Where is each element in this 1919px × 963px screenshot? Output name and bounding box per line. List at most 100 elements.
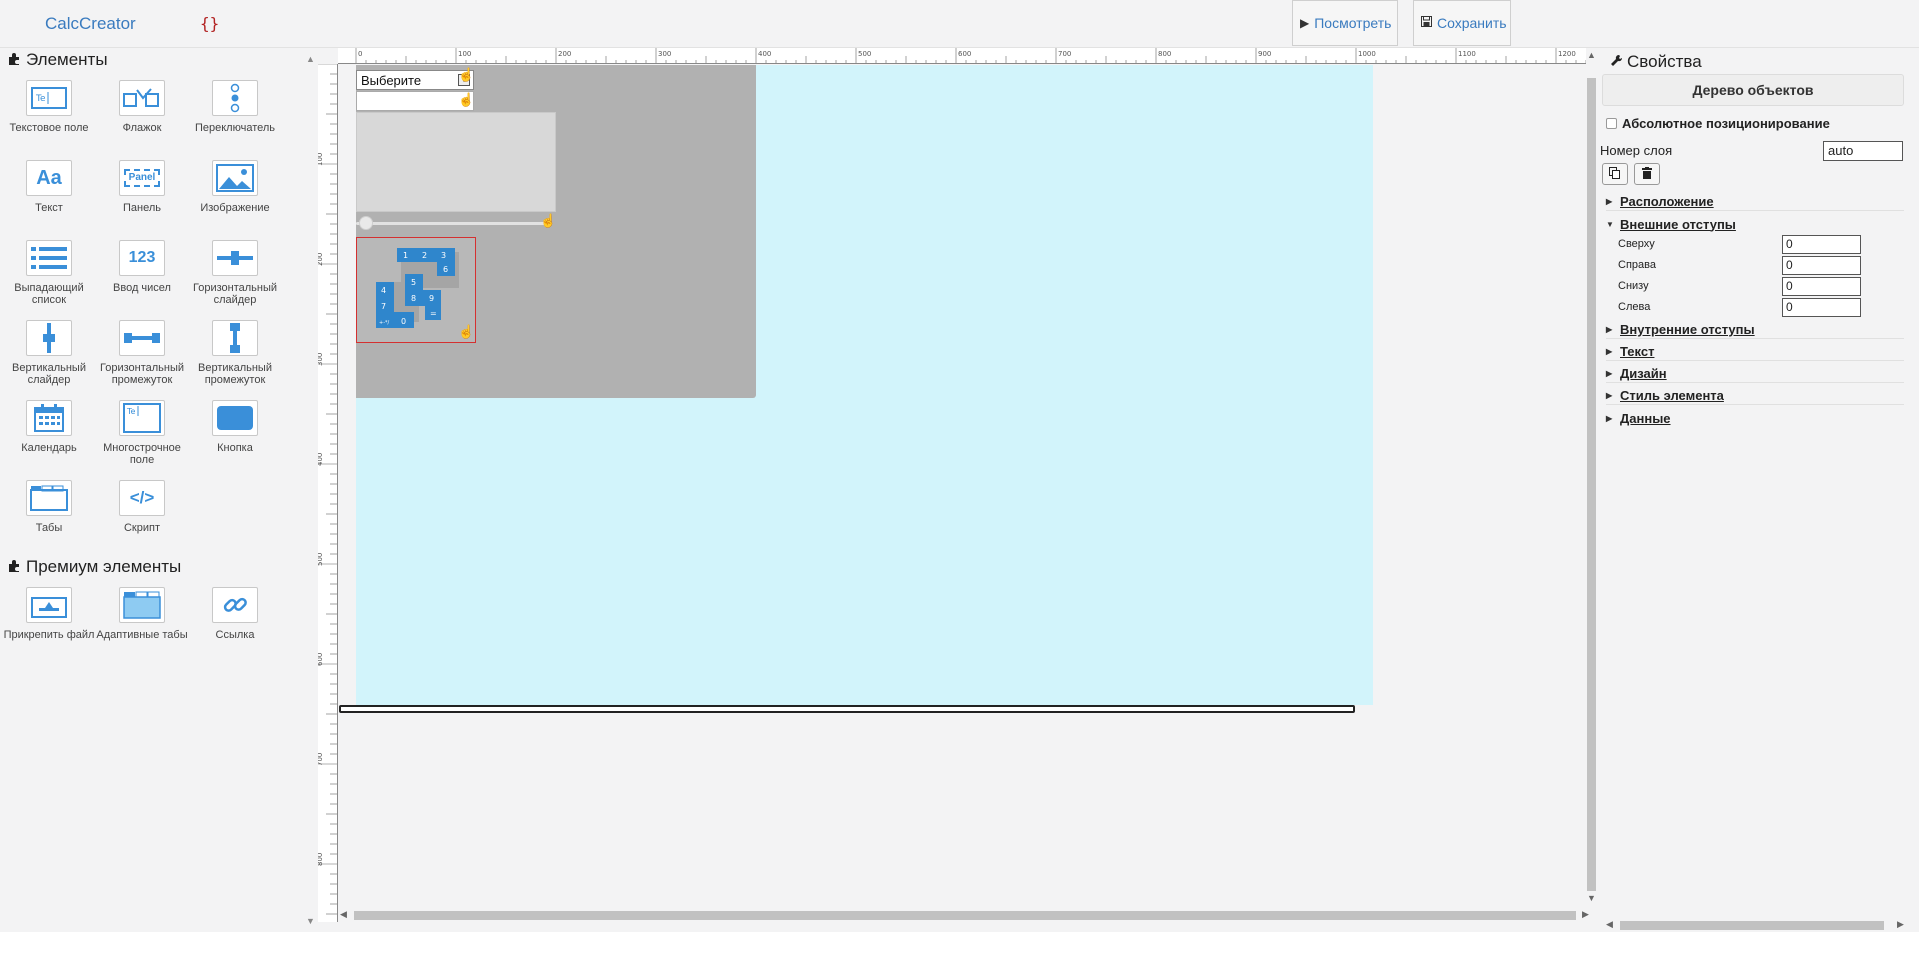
tool-text[interactable]: Aa Текст: [3, 160, 95, 214]
keypad-key: 4: [381, 286, 386, 295]
play-icon: ▶: [1300, 16, 1310, 30]
layer-number-input[interactable]: auto: [1823, 141, 1903, 161]
ruler-label: 200: [558, 50, 571, 58]
drag-hand-icon: ☝: [458, 67, 475, 82]
design-workspace[interactable]: Выберите ▼ ☝ ☝ ☝ 1 2 3 6 5 4 8 9 7 = 0 +…: [338, 65, 1586, 905]
layer-number-label: Номер слоя: [1600, 143, 1673, 158]
delete-element-button[interactable]: [1634, 163, 1660, 185]
horizontal-scroll-thumb[interactable]: [354, 911, 1576, 920]
button-icon: [212, 400, 258, 436]
tool-horizontal-slider[interactable]: Горизонтальный слайдер: [189, 240, 281, 306]
margin-right-input[interactable]: 0: [1782, 256, 1861, 275]
keypad-key: 7: [381, 302, 386, 311]
app-header: CalcCreator {} ▶ Посмотреть Сохранить: [0, 0, 1919, 48]
svg-text:Te: Te: [35, 94, 46, 104]
tool-label: Переключатель: [194, 122, 276, 134]
absolute-positioning-label: Абсолютное позиционирование: [1622, 116, 1830, 131]
horizontal-slider-track[interactable]: [356, 222, 546, 225]
canvas-vertical-scrollbar[interactable]: ▲ ▼: [1586, 48, 1596, 905]
ruler-label: 200: [318, 253, 324, 266]
section-element-style[interactable]: ▶ Стиль элемента: [1606, 387, 1904, 405]
tool-textarea[interactable]: Te Многострочное поле: [96, 400, 188, 466]
canvas-horizontal-scrollbar[interactable]: ◀ ▶: [338, 906, 1596, 922]
object-tree-button[interactable]: Дерево объектов: [1602, 74, 1904, 106]
margin-left-row: Слева 0: [1618, 298, 1904, 318]
caret-right-icon: ▶: [1606, 197, 1613, 206]
scroll-right-arrow[interactable]: ▶: [1897, 919, 1904, 930]
margin-bottom-input[interactable]: 0: [1782, 277, 1861, 296]
scroll-down-arrow[interactable]: ▼: [1587, 893, 1596, 903]
tool-number-input[interactable]: 123 Ввод чисел: [96, 240, 188, 294]
elements-title: Элементы: [26, 50, 108, 69]
tool-radio[interactable]: Переключатель: [189, 80, 281, 134]
horizontal-line-element[interactable]: [339, 705, 1355, 713]
scroll-up-arrow[interactable]: ▲: [1587, 50, 1596, 60]
margin-right-row: Справа 0: [1618, 256, 1904, 276]
tool-adaptive-tabs[interactable]: Адаптивные табы: [96, 587, 188, 641]
margin-top-input[interactable]: 0: [1782, 235, 1861, 254]
section-padding[interactable]: ▶ Внутренние отступы: [1606, 321, 1904, 339]
tool-label: Кнопка: [217, 442, 253, 454]
preview-button[interactable]: ▶ Посмотреть: [1292, 0, 1398, 46]
scroll-right-arrow[interactable]: ▶: [1582, 909, 1589, 920]
caret-right-icon: ▶: [1606, 391, 1613, 400]
vertical-ruler-ticks: 100 200 300 400 500 600 700 800: [318, 64, 337, 915]
app-logo[interactable]: CalcCreator: [45, 14, 136, 34]
horizontal-slider-thumb[interactable]: [359, 216, 373, 230]
keypad-key: 6: [443, 265, 448, 274]
tool-script[interactable]: </> Скрипт: [96, 480, 188, 534]
horizontal-scroll-thumb[interactable]: [1620, 921, 1884, 930]
tool-tabs[interactable]: Табы: [3, 480, 95, 534]
margin-left-input[interactable]: 0: [1782, 298, 1861, 317]
json-view-icon[interactable]: {}: [200, 14, 219, 33]
palette-scroll-down-arrow[interactable]: ▼: [306, 916, 315, 926]
tool-image[interactable]: Изображение: [189, 160, 281, 214]
tool-vertical-spacer[interactable]: Вертикальный промежуток: [189, 320, 281, 386]
keypad-key: 2: [422, 251, 427, 260]
copy-element-button[interactable]: [1602, 163, 1628, 185]
tool-horizontal-spacer[interactable]: Горизонтальный промежуток: [96, 320, 188, 386]
panel-element[interactable]: Выберите ▼ ☝ ☝ ☝ 1 2 3 6 5 4 8 9 7 = 0 +…: [356, 65, 756, 398]
palette-scroll-up-arrow[interactable]: ▲: [306, 54, 315, 64]
save-button[interactable]: Сохранить: [1413, 0, 1511, 46]
tool-checkbox[interactable]: Флажок: [96, 80, 188, 134]
calendar-icon: [26, 400, 72, 436]
section-data[interactable]: ▶ Данные: [1606, 409, 1904, 427]
drag-hand-icon: ☝: [458, 92, 475, 107]
scroll-left-arrow[interactable]: ◀: [340, 909, 347, 920]
number-input-element[interactable]: 1 2 3 6 5 4 8 9 7 = 0 +-*/ ☝: [356, 237, 476, 343]
dropdown-element[interactable]: Выберите ▼: [356, 70, 474, 90]
tool-calendar[interactable]: Календарь: [3, 400, 95, 454]
tool-link[interactable]: Ссылка: [189, 587, 281, 641]
section-margins[interactable]: ▼ Внешние отступы: [1606, 215, 1904, 233]
canvas-area: 0 100 200 300 400 500 600 700 800 900 1000 1100 1200…: [318, 48, 1596, 932]
properties-panel: Свойства Дерево объектов Абсолютное пози…: [1596, 48, 1919, 932]
tool-attach-file[interactable]: Прикрепить файл: [3, 587, 95, 641]
tool-label: Горизонтальный промежуток: [99, 362, 185, 386]
tool-label: Вертикальный слайдер: [12, 362, 86, 386]
elements-section-title: Элементы: [8, 50, 108, 70]
properties-horizontal-scrollbar[interactable]: ◀ ▶: [1604, 916, 1909, 932]
keypad-key: 5: [411, 278, 416, 287]
ruler-label: 600: [958, 50, 971, 58]
scroll-left-arrow[interactable]: ◀: [1606, 919, 1613, 930]
calculator-page[interactable]: Выберите ▼ ☝ ☝ ☝ 1 2 3 6 5 4 8 9 7 = 0 +…: [356, 65, 1373, 705]
checkbox-box[interactable]: [1606, 118, 1617, 129]
absolute-positioning-checkbox[interactable]: Абсолютное позиционирование: [1606, 116, 1830, 131]
section-location[interactable]: ▶ Расположение: [1606, 193, 1904, 211]
ruler-label: 1200: [1558, 50, 1576, 58]
tool-button[interactable]: Кнопка: [189, 400, 281, 454]
inner-panel-element[interactable]: [356, 112, 556, 212]
properties-header: Свойства: [1610, 52, 1702, 72]
keypad-key: 1: [403, 251, 408, 260]
dropdown-placeholder-row[interactable]: [356, 91, 474, 111]
tool-panel[interactable]: Panel Панель: [96, 160, 188, 214]
ruler-label: 800: [318, 853, 324, 866]
tool-dropdown[interactable]: Выпадающий список: [3, 240, 95, 306]
section-text[interactable]: ▶ Текст: [1606, 343, 1904, 361]
tool-text-field[interactable]: Te Текстовое поле: [3, 80, 95, 134]
caret-down-icon: ▼: [1606, 219, 1614, 229]
section-design[interactable]: ▶ Дизайн: [1606, 365, 1904, 383]
tool-vertical-slider[interactable]: Вертикальный слайдер: [3, 320, 95, 386]
vertical-scroll-thumb[interactable]: [1587, 78, 1596, 891]
